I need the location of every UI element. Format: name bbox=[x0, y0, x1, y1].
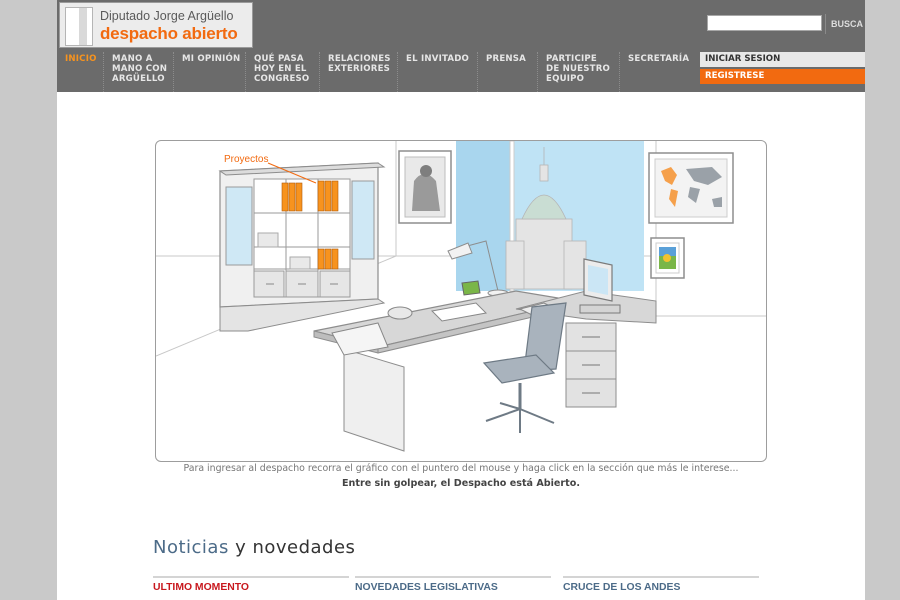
news-column-ultimo-momento[interactable]: ULTIMO MOMENTO bbox=[153, 576, 349, 600]
office-illustration[interactable]: Proyectos bbox=[155, 140, 767, 462]
news-column-novedades-legislativas[interactable]: NOVEDADES LEGISLATIVAS bbox=[355, 576, 551, 600]
news-heading-part2: y novedades bbox=[235, 537, 356, 558]
desk[interactable] bbox=[313, 290, 657, 452]
account-box: INICIAR SESION REGISTRESE bbox=[700, 52, 865, 88]
news-heading: Noticias y novedades bbox=[153, 537, 355, 558]
page: Diputado Jorge Argüello despacho abierto… bbox=[57, 0, 865, 600]
search-input[interactable] bbox=[707, 15, 822, 31]
nav-item-prensa[interactable]: PRENSA bbox=[477, 52, 537, 92]
nav-item-que-pasa[interactable]: QUÉ PASA HOY EN EL CONGRESO bbox=[245, 52, 319, 92]
news-heading-part1: Noticias bbox=[153, 537, 229, 558]
nav-item-relaciones-exteriores[interactable]: RELACIONES EXTERIORES bbox=[319, 52, 397, 92]
logo-mark-icon bbox=[65, 7, 93, 46]
world-map-frame[interactable] bbox=[648, 152, 734, 224]
nav-item-inicio[interactable]: INICIO bbox=[57, 52, 103, 92]
news-column-cruce-de-los-andes[interactable]: CRUCE DE LOS ANDES bbox=[563, 576, 759, 600]
logo-subtitle: despacho abierto bbox=[100, 24, 238, 43]
portrait-frame[interactable] bbox=[398, 150, 452, 224]
logo-name: Diputado Jorge Argüello bbox=[100, 9, 234, 23]
site-logo[interactable]: Diputado Jorge Argüello despacho abierto bbox=[59, 2, 253, 48]
login-link[interactable]: INICIAR SESION bbox=[700, 52, 865, 67]
main-nav: INICIO MANO A MANO CON ARGÜELLO MI OPINI… bbox=[57, 52, 697, 92]
illustration-caption: Para ingresar al despacho recorra el grá… bbox=[183, 463, 739, 474]
nav-item-participe[interactable]: PARTICIPE DE NUESTRO EQUIPO bbox=[537, 52, 619, 92]
small-frame[interactable] bbox=[650, 237, 685, 279]
nav-item-secretaria[interactable]: SECRETARÍA bbox=[619, 52, 697, 92]
window-view[interactable] bbox=[456, 141, 644, 292]
tagline: Entre sin golpear, el Despacho está Abie… bbox=[342, 478, 580, 489]
proyectos-label[interactable]: Proyectos bbox=[224, 154, 268, 165]
nav-item-el-invitado[interactable]: EL INVITADO bbox=[397, 52, 477, 92]
nav-item-mano-a-mano[interactable]: MANO A MANO CON ARGÜELLO bbox=[103, 52, 173, 92]
nav-item-mi-opinion[interactable]: MI OPINIÓN bbox=[173, 52, 245, 92]
register-link[interactable]: REGISTRESE bbox=[700, 69, 865, 84]
search-button[interactable]: BUSCA bbox=[825, 14, 865, 34]
bookcase-proyectos[interactable] bbox=[218, 162, 386, 332]
site-header: Diputado Jorge Argüello despacho abierto… bbox=[57, 0, 865, 92]
